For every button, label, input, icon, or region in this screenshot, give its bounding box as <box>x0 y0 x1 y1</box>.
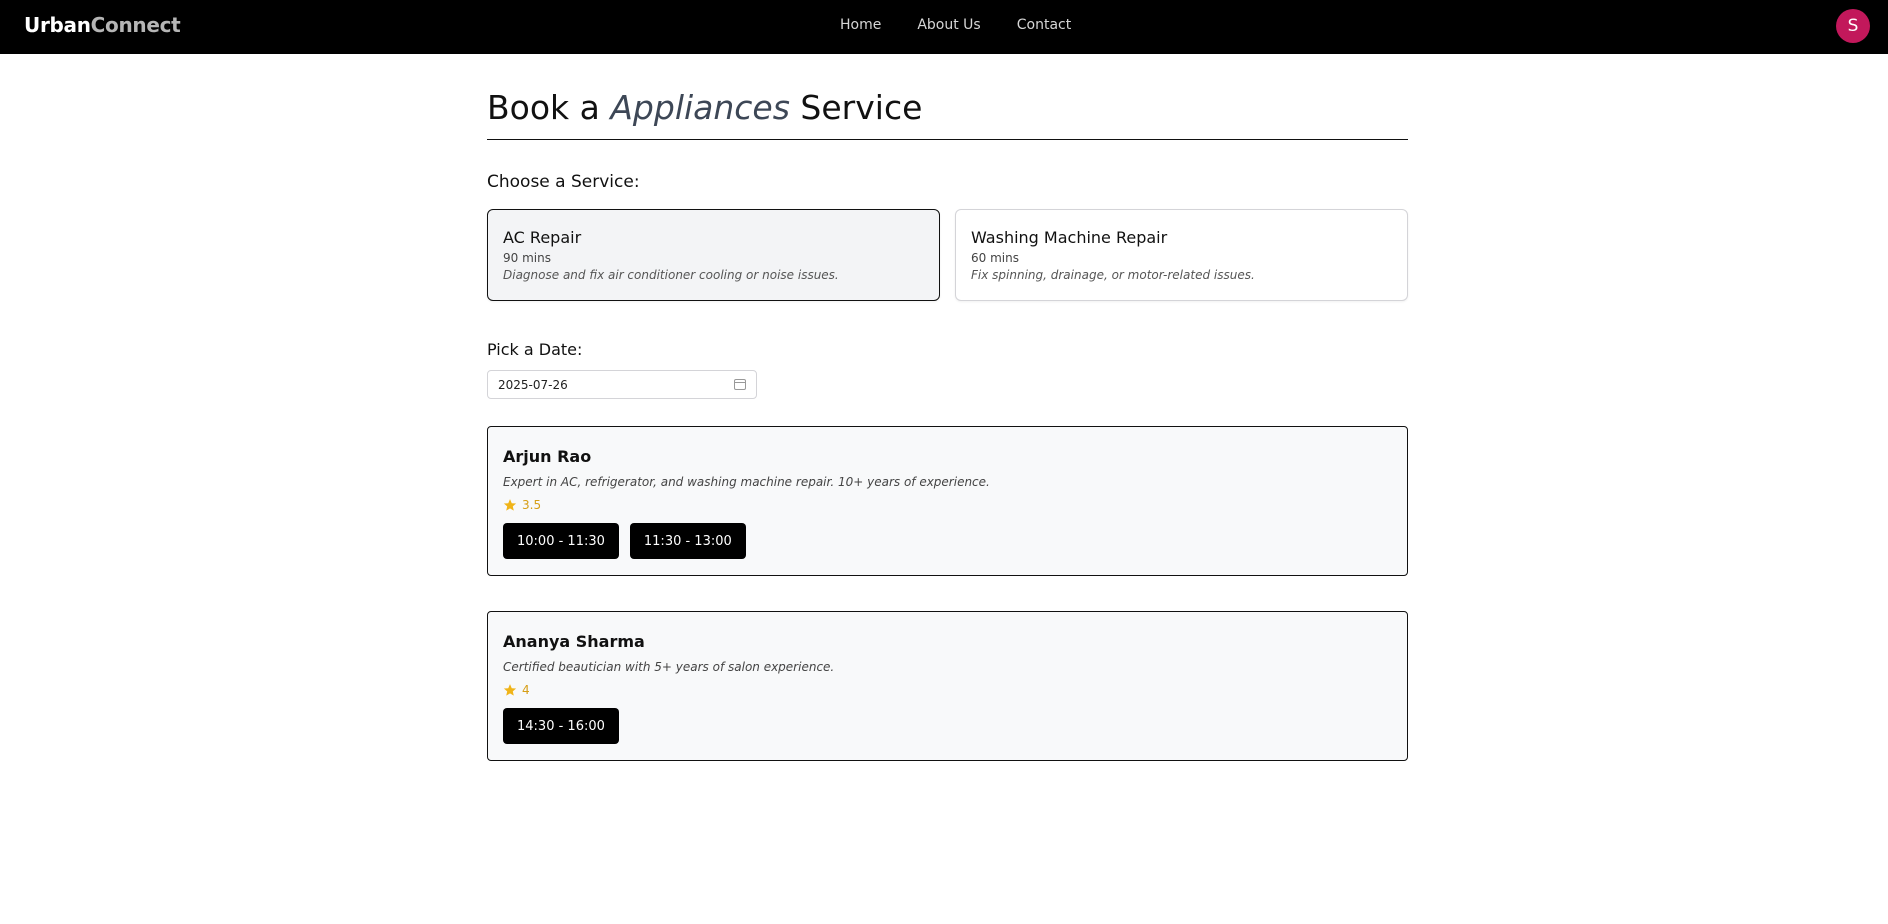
service-description: Diagnose and fix air conditioner cooling… <box>503 268 839 282</box>
date-value: 2025-07-26 <box>498 377 568 392</box>
star-icon <box>503 684 517 696</box>
service-card-washing-machine-repair[interactable]: Washing Machine Repair 60 mins Fix spinn… <box>955 209 1408 301</box>
navbar: UrbanConnect Home About Us Contact S <box>0 0 1888 54</box>
page-title: Book a Appliances Service <box>487 88 922 127</box>
service-duration: 60 mins <box>971 251 1019 265</box>
user-avatar[interactable]: S <box>1836 9 1870 43</box>
nav-link-contact[interactable]: Contact <box>1017 17 1071 33</box>
professional-bio: Certified beautician with 5+ years of sa… <box>503 660 835 674</box>
professional-rating: 4 <box>503 683 1392 697</box>
time-slot-button[interactable]: 11:30 - 13:00 <box>629 523 746 559</box>
service-name: Washing Machine Repair <box>971 228 1168 247</box>
title-category: Appliances <box>610 88 790 127</box>
time-slots: 10:00 - 11:30 11:30 - 13:00 <box>503 523 1392 559</box>
service-card-ac-repair[interactable]: AC Repair 90 mins Diagnose and fix air c… <box>487 209 940 301</box>
rating-value: 3.5 <box>522 498 542 512</box>
brand-text-urban: Urban <box>24 13 91 37</box>
title-prefix: Book a <box>487 88 611 127</box>
professional-name: Arjun Rao <box>503 447 592 466</box>
service-description: Fix spinning, drainage, or motor-related… <box>971 268 1255 282</box>
professional-bio: Expert in AC, refrigerator, and washing … <box>503 475 990 489</box>
brand-logo[interactable]: UrbanConnect <box>24 13 181 37</box>
title-suffix: Service <box>789 88 923 127</box>
calendar-icon[interactable] <box>734 379 746 390</box>
date-picker-input[interactable]: 2025-07-26 <box>487 370 757 399</box>
nav-link-home[interactable]: Home <box>840 17 881 33</box>
choose-service-label: Choose a Service: <box>487 172 640 192</box>
title-divider <box>487 139 1408 140</box>
nav-links: Home About Us Contact <box>840 17 1071 33</box>
professional-card-arjun-rao: Arjun Rao Expert in AC, refrigerator, an… <box>487 426 1408 576</box>
professional-card-ananya-sharma: Ananya Sharma Certified beautician with … <box>487 611 1408 761</box>
rating-value: 4 <box>522 683 530 697</box>
service-duration: 90 mins <box>503 251 551 265</box>
time-slot-button[interactable]: 14:30 - 16:00 <box>503 708 619 744</box>
professional-rating: 3.5 <box>503 498 1392 512</box>
time-slots: 14:30 - 16:00 <box>503 708 1392 744</box>
service-name: AC Repair <box>503 228 582 247</box>
nav-link-about-us[interactable]: About Us <box>917 17 980 33</box>
pick-date-label: Pick a Date: <box>487 340 583 359</box>
professional-name: Ananya Sharma <box>503 632 645 651</box>
brand-text-connect: Connect <box>90 13 181 37</box>
time-slot-button[interactable]: 10:00 - 11:30 <box>503 523 619 559</box>
star-icon <box>503 499 517 511</box>
